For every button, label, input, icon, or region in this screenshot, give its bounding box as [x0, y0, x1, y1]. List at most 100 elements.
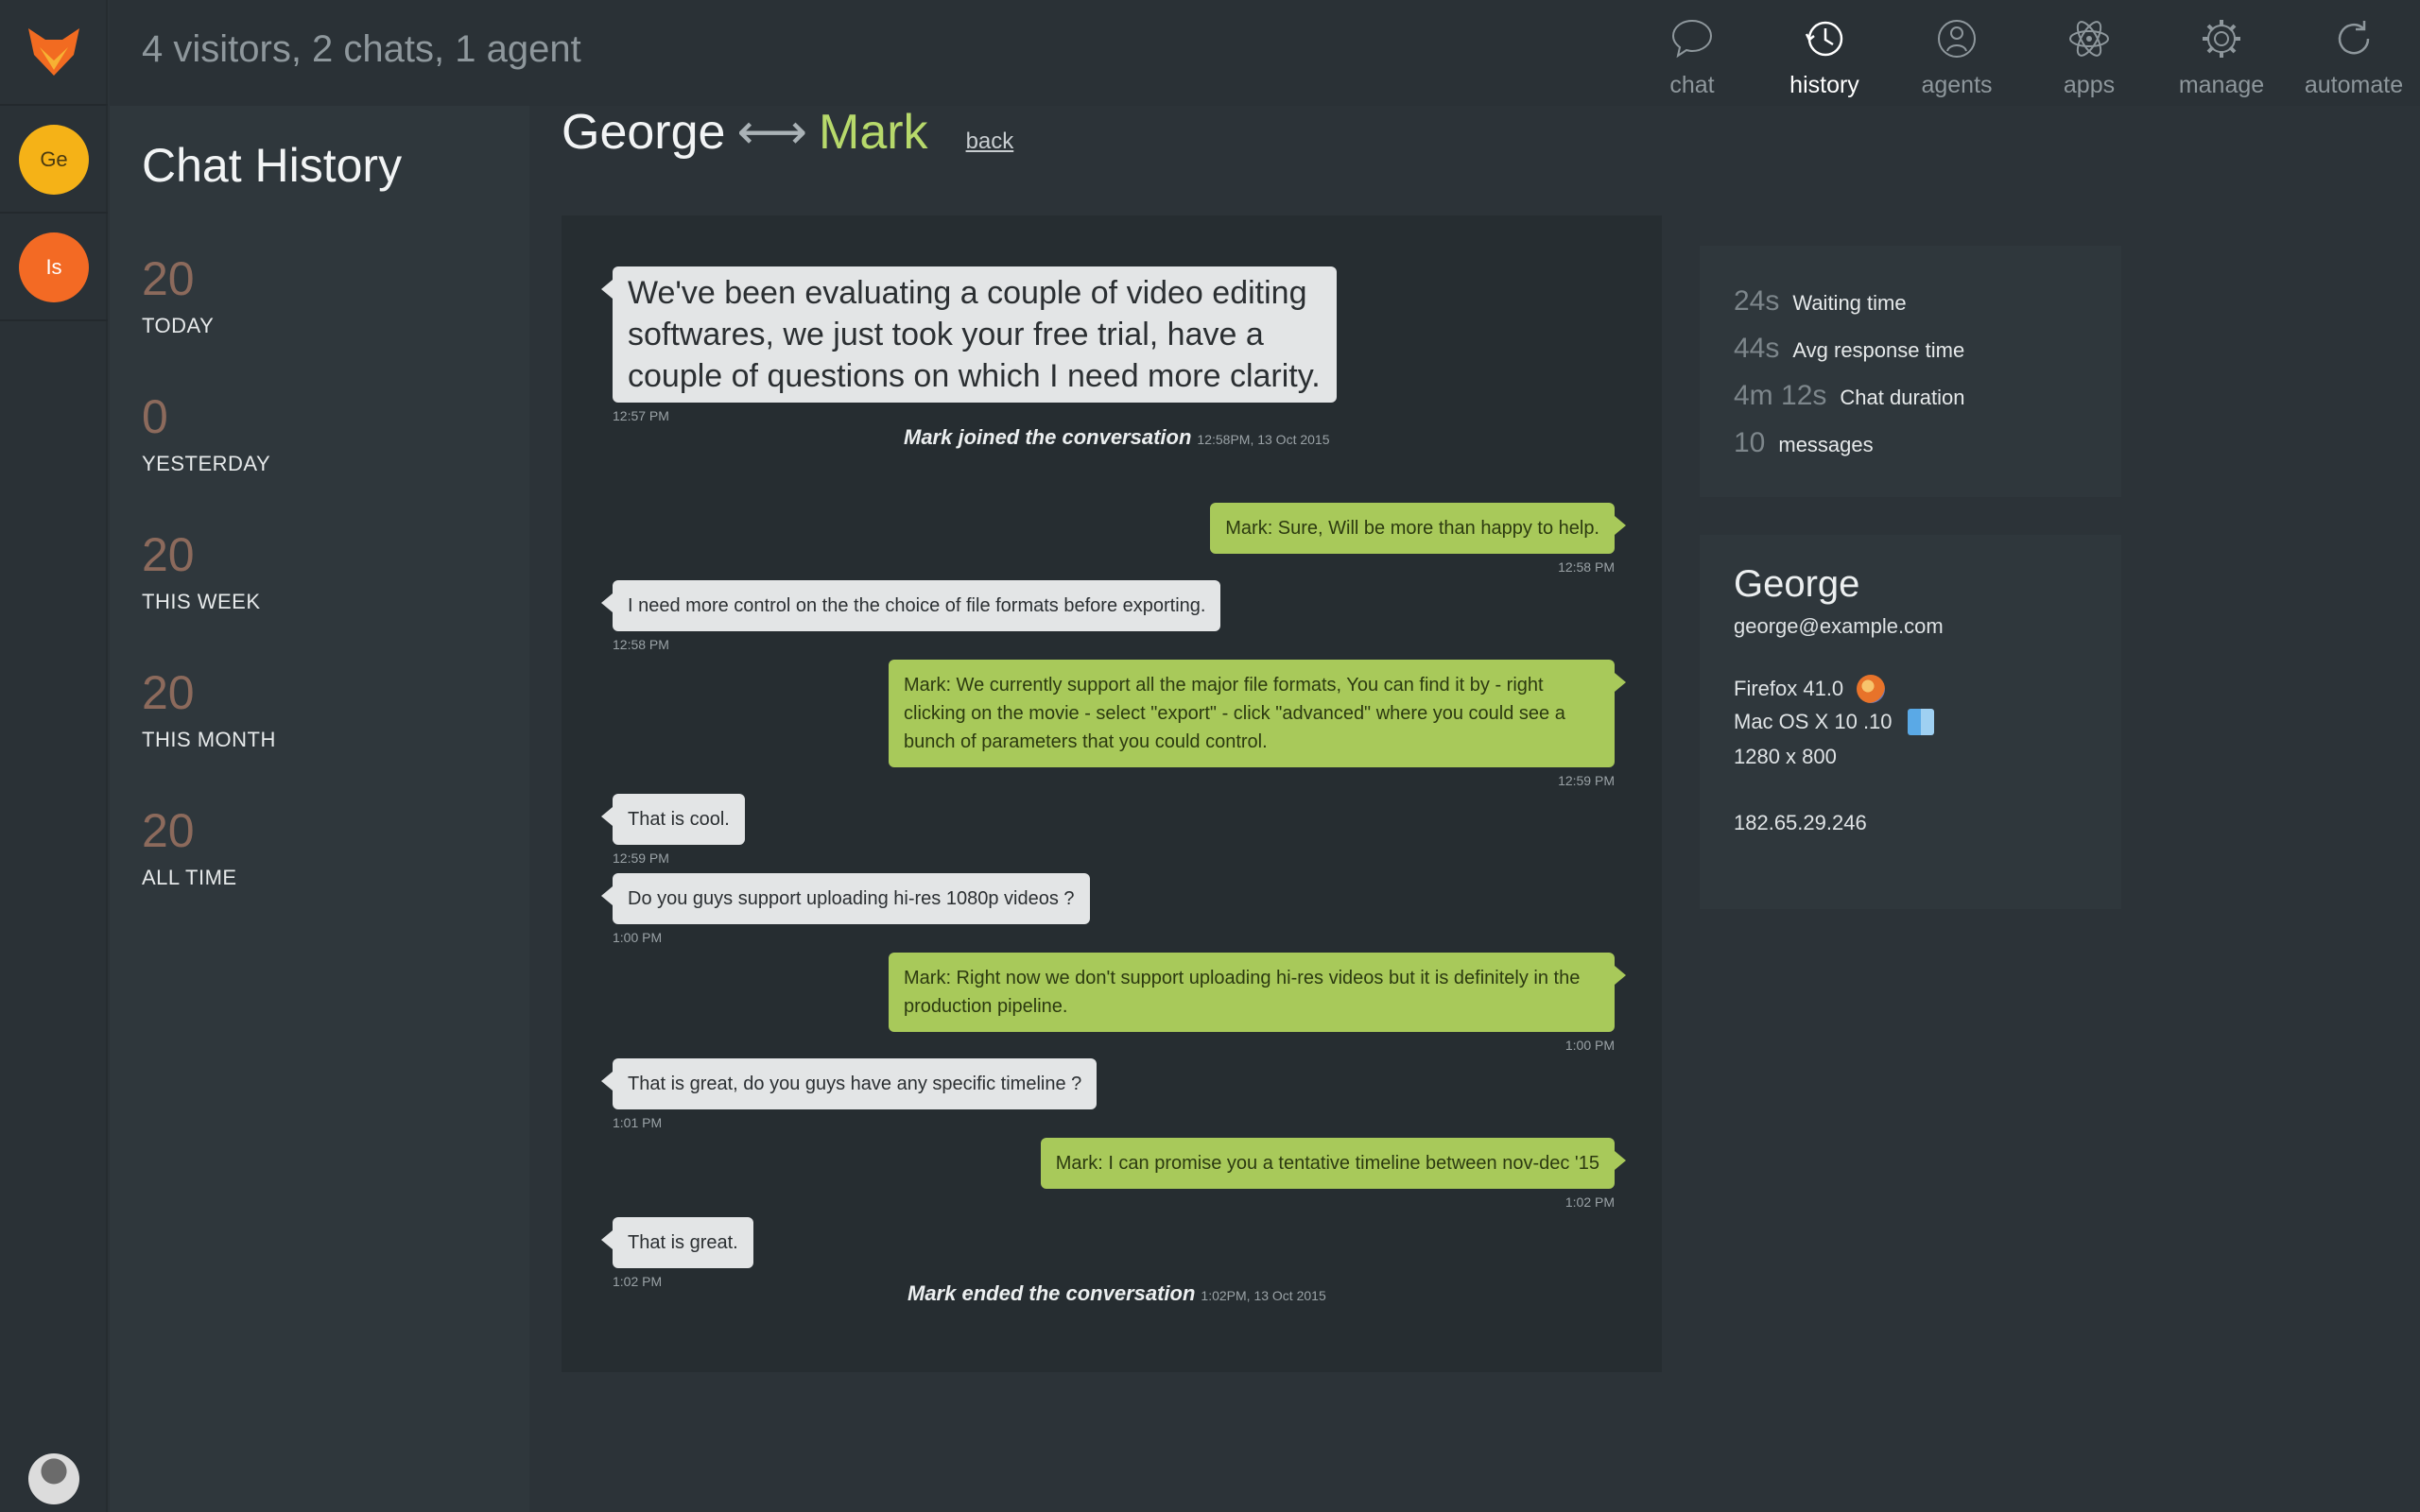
agent-profile-avatar[interactable] [28, 1453, 79, 1504]
message-visitor: Do you guys support uploading hi-res 108… [601, 873, 1090, 945]
stat-this-month[interactable]: 20 THIS MONTH [142, 669, 276, 752]
history-sidebar: Chat History 20 TODAY 0 YESTERDAY 20 THI… [110, 106, 529, 1512]
message-visitor: That is cool. 12:59 PM [601, 794, 745, 866]
message-agent: Mark: We currently support all the major… [889, 660, 1626, 788]
message-time: 1:00 PM [613, 930, 663, 945]
visitor-ip: 182.65.29.246 [1734, 811, 1867, 835]
message-text: Mark: Sure, Will be more than happy to h… [1210, 503, 1626, 554]
agent-name: Mark [819, 105, 928, 160]
metric-label: Chat duration [1840, 386, 1965, 409]
message-visitor: We've been evaluating a couple of video … [601, 266, 1337, 423]
refresh-icon [2338, 21, 2370, 55]
stat-all-time[interactable]: 20 ALL TIME [142, 807, 237, 890]
history-clock-icon [1805, 21, 1843, 57]
stat-count: 20 [142, 804, 195, 857]
stat-label: THIS WEEK [142, 590, 261, 613]
message-agent: Mark: Right now we don't support uploadi… [889, 953, 1626, 1053]
ip-text: 182.65.29.246 [1734, 811, 1867, 834]
metric-waiting-time: 24s Waiting time [1734, 285, 1907, 318]
fox-logo-icon[interactable] [0, 0, 108, 106]
visitor-avatar[interactable]: Ge [19, 125, 89, 195]
message-time: 12:57 PM [613, 408, 669, 423]
stat-label: ALL TIME [142, 866, 237, 889]
visitor-name: George [562, 105, 726, 160]
resolution-text: 1280 x 800 [1734, 745, 1837, 768]
visitor-slot-2[interactable]: Is [0, 215, 108, 321]
stat-count: 20 [142, 528, 195, 581]
visitor-rail: Ge Is [0, 0, 108, 1512]
message-visitor: I need more control on the the choice of… [600, 580, 1221, 652]
message-text: I need more control on the the choice of… [600, 580, 1221, 631]
chat-stats-card: 24s Waiting time 44s Avg response time 4… [1700, 246, 2121, 497]
message-time: 12:58 PM [1558, 559, 1615, 575]
nav-chat[interactable]: chat [1626, 0, 1758, 106]
stat-label: THIS MONTH [142, 728, 276, 751]
message-agent: Mark: Sure, Will be more than happy to h… [1210, 503, 1626, 575]
message-time: 1:00 PM [1564, 1038, 1615, 1053]
agent-person-icon [1938, 20, 1976, 58]
message-time: 1:02 PM [613, 1274, 663, 1289]
os-text: Mac OS X 10 .10 [1734, 710, 1893, 733]
atom-icon [2069, 21, 2109, 57]
chat-transcript: We've been evaluating a couple of video … [562, 215, 1662, 1372]
metric-label: messages [1778, 433, 1874, 456]
system-time: 12:58PM, 13 Oct 2015 [1197, 432, 1330, 447]
metric-label: Avg response time [1792, 338, 1965, 362]
message-time: 12:59 PM [1558, 773, 1615, 788]
system-message: Mark joined the conversation 12:58PM, 13 … [904, 425, 1330, 450]
chat-bubble-icon [1671, 19, 1713, 59]
message-text: Mark: I can promise you a tentative time… [1040, 1138, 1627, 1189]
metric-messages: 10 messages [1734, 427, 1874, 459]
stat-count: 20 [142, 666, 195, 719]
nav-apps[interactable]: apps [2023, 0, 2155, 106]
main-nav: chat history agents apps manage automate [1626, 0, 2420, 106]
back-link[interactable]: back [966, 129, 1014, 155]
metric-value: 4m 12s [1734, 380, 1827, 411]
metric-value: 10 [1734, 427, 1766, 458]
visitor-email[interactable]: george@example.com [1734, 614, 1944, 639]
stat-count: 0 [142, 390, 168, 443]
message-time: 12:59 PM [613, 850, 669, 866]
message-text: That is great, do you guys have any spec… [600, 1058, 1098, 1109]
system-message: Mark ended the conversation 1:02PM, 13 Oc… [908, 1281, 1326, 1306]
stat-this-week[interactable]: 20 THIS WEEK [142, 531, 261, 614]
message-text: Do you guys support uploading hi-res 108… [601, 873, 1090, 924]
message-text: We've been evaluating a couple of video … [601, 266, 1337, 403]
system-text: Mark joined the conversation [904, 425, 1192, 449]
stat-label: YESTERDAY [142, 452, 271, 475]
system-text: Mark ended the conversation [908, 1281, 1196, 1305]
metric-avg-response: 44s Avg response time [1734, 333, 1964, 365]
top-bar: 4 visitors, 2 chats, 1 agent chat histor… [110, 0, 2420, 106]
live-status-text: 4 visitors, 2 chats, 1 agent [142, 28, 581, 70]
two-way-arrow-icon: ⟷ [736, 105, 807, 160]
nav-label: agents [1921, 72, 1993, 98]
visitor-browser: Firefox 41.0 [1734, 675, 1886, 703]
visitor-os: Mac OS X 10 .10 [1734, 709, 1934, 735]
stat-count: 20 [142, 252, 195, 305]
nav-agents[interactable]: agents [1891, 0, 2023, 106]
nav-label: history [1789, 72, 1859, 98]
gear-icon [2203, 20, 2240, 58]
metric-label: Waiting time [1792, 291, 1907, 315]
message-time: 12:58 PM [613, 637, 669, 652]
visitor-info-card: George george@example.com Firefox 41.0 M… [1700, 535, 2121, 909]
nav-history[interactable]: history [1758, 0, 1891, 106]
message-agent: Mark: I can promise you a tentative time… [1040, 1138, 1627, 1210]
system-time: 1:02PM, 13 Oct 2015 [1201, 1288, 1326, 1303]
message-visitor: That is great. 1:02 PM [601, 1217, 753, 1289]
nav-automate[interactable]: automate [2288, 0, 2420, 106]
visitor-slot-1[interactable]: Ge [0, 108, 108, 214]
nav-label: chat [1669, 72, 1715, 98]
message-text: Mark: We currently support all the major… [889, 660, 1626, 767]
stat-label: TODAY [142, 314, 215, 337]
nav-label: automate [2304, 72, 2404, 98]
stat-today[interactable]: 20 TODAY [142, 255, 214, 338]
metric-value: 44s [1734, 333, 1780, 364]
message-text: Mark: Right now we don't support uploadi… [889, 953, 1626, 1032]
firefox-icon [1857, 675, 1886, 703]
metric-chat-duration: 4m 12s Chat duration [1734, 380, 1964, 412]
visitor-avatar[interactable]: Is [19, 232, 89, 302]
stat-yesterday[interactable]: 0 YESTERDAY [142, 393, 270, 476]
conversation-heading: George ⟷ Mark back [562, 104, 1013, 161]
nav-manage[interactable]: manage [2155, 0, 2288, 106]
